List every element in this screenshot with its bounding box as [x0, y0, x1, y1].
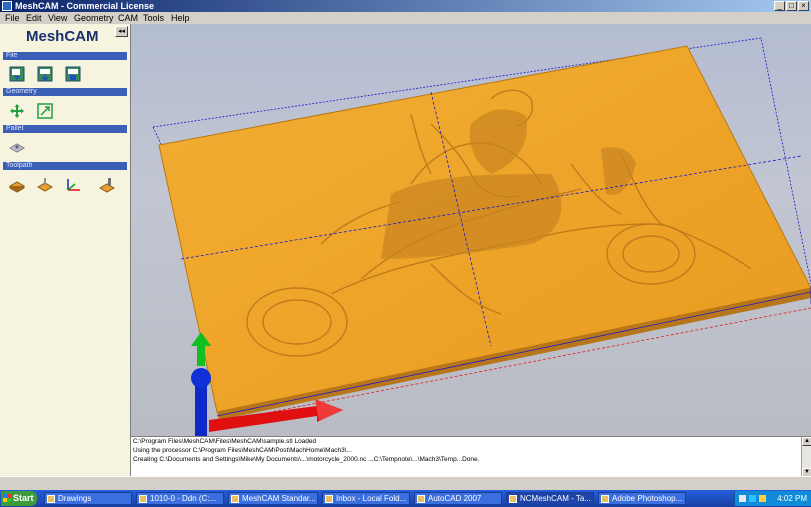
wizard-panel: MeshCAM ◂◂ File Geometry Pallet Toolpath: [0, 24, 131, 490]
tray-arrows-icon[interactable]: [739, 495, 746, 502]
model-viewport[interactable]: [131, 24, 811, 436]
task-meshcam[interactable]: MeshCAM Standar...: [228, 492, 318, 505]
origin-axes-icon[interactable]: [64, 176, 82, 194]
stock-icon[interactable]: [8, 176, 26, 194]
log-line: Using the processor C:\Program Files\Mes…: [133, 447, 352, 454]
tray-network-icon[interactable]: [749, 495, 756, 502]
taskbar: Start Drawings 1010-0 - Ddn (C:... MeshC…: [0, 490, 811, 507]
start-label: Start: [13, 493, 34, 503]
menu-bar: File Edit View Geometry CAM Tools Help: [0, 12, 811, 24]
collapse-panel-button[interactable]: ◂◂: [115, 26, 128, 37]
task-ddn[interactable]: 1010-0 - Ddn (C:...: [136, 492, 224, 505]
photoshop-icon: [601, 495, 609, 503]
task-autocad[interactable]: AutoCAD 2007: [414, 492, 502, 505]
minimize-button[interactable]: _: [774, 1, 785, 11]
relief-model: [158, 45, 811, 420]
tool-select-icon[interactable]: [98, 176, 116, 194]
maximize-button[interactable]: □: [786, 1, 797, 11]
log-scrollbar[interactable]: ▲ ▼: [801, 437, 811, 477]
section-geometry: Geometry: [3, 88, 127, 96]
title-bar: MeshCAM - Commercial License _ □ ×: [0, 0, 811, 12]
section-toolpath: Toolpath: [3, 162, 127, 170]
task-inbox[interactable]: Inbox - Local Fold...: [322, 492, 410, 505]
task-photoshop[interactable]: Adobe Photoshop...: [598, 492, 686, 505]
start-button[interactable]: Start: [1, 491, 37, 506]
menu-view[interactable]: View: [48, 12, 67, 24]
menu-cam[interactable]: CAM: [118, 12, 138, 24]
scale-icon[interactable]: [36, 102, 54, 120]
status-bar: [0, 476, 811, 490]
toolpath-stock-icon[interactable]: [36, 176, 54, 194]
task-ncmeshcam[interactable]: NCMeshCAM - Ta...: [506, 492, 594, 505]
save-toolpath-icon[interactable]: [36, 65, 54, 83]
menu-help[interactable]: Help: [171, 12, 190, 24]
app-icon: [139, 495, 147, 503]
meshcam-icon: [231, 495, 239, 503]
section-file: File: [3, 52, 127, 60]
menu-geometry[interactable]: Geometry: [74, 12, 114, 24]
app-icon: [509, 495, 517, 503]
pallet-icon[interactable]: [8, 138, 26, 156]
save-file-icon[interactable]: [64, 65, 82, 83]
message-log[interactable]: C:\Program Files\MeshCAM\Files\MeshCAM\s…: [131, 436, 811, 477]
move-arrows-icon[interactable]: [8, 102, 26, 120]
folder-icon: [47, 495, 55, 503]
model-canvas[interactable]: [131, 24, 811, 436]
window-title: MeshCAM - Commercial License: [15, 1, 155, 11]
autocad-icon: [417, 495, 425, 503]
menu-file[interactable]: File: [5, 12, 20, 24]
open-file-icon[interactable]: [8, 65, 26, 83]
task-drawings[interactable]: Drawings: [44, 492, 132, 505]
log-line: Creating C:\Documents and Settings\Mike\…: [133, 456, 480, 463]
outlook-icon: [325, 495, 333, 503]
clock: 4:02 PM: [777, 494, 807, 503]
menu-edit[interactable]: Edit: [26, 12, 42, 24]
menu-tools[interactable]: Tools: [143, 12, 164, 24]
section-pallet: Pallet: [3, 125, 127, 133]
app-icon: [2, 1, 12, 11]
windows-flag-icon: [3, 494, 11, 502]
scroll-up-arrow-icon[interactable]: ▲: [802, 437, 811, 446]
log-line: C:\Program Files\MeshCAM\Files\MeshCAM\s…: [133, 438, 317, 445]
meshcam-logo: MeshCAM: [26, 28, 99, 45]
system-tray: 4:02 PM: [734, 491, 811, 506]
tray-volume-icon[interactable]: [759, 495, 766, 502]
close-button[interactable]: ×: [798, 1, 809, 11]
